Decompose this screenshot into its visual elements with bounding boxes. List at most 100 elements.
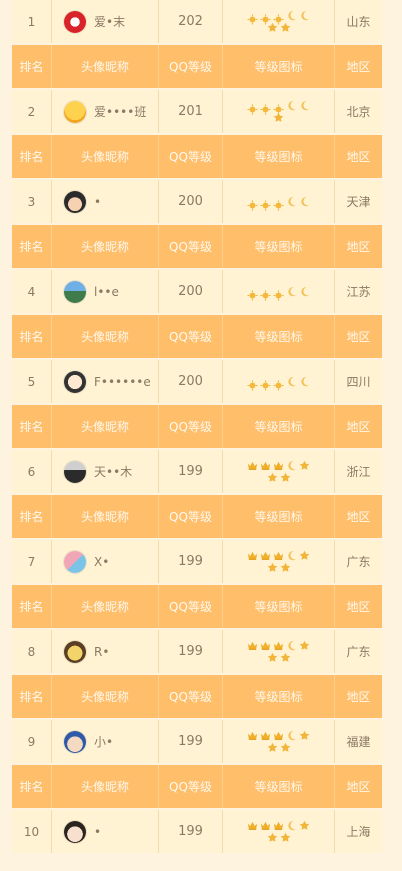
- avatar[interactable]: [64, 100, 86, 123]
- header-icon: 等级图标: [223, 495, 335, 538]
- moon-icon: [286, 10, 297, 21]
- user-cell[interactable]: •: [52, 810, 159, 853]
- header-level: QQ等级: [159, 315, 223, 358]
- crown-icon: [247, 550, 258, 561]
- table-row[interactable]: 9 小• 199 福建: [12, 720, 382, 765]
- table-row[interactable]: 2 爱••••班 201 北京: [12, 90, 382, 135]
- star-icon: [299, 730, 310, 741]
- qq-level: 200: [159, 360, 223, 403]
- moon-icon: [299, 376, 310, 387]
- header-region: 地区: [346, 60, 371, 74]
- table-header-row: 排名 头像昵称 QQ等级 等级图标 地区: [12, 135, 382, 180]
- region: 山东: [346, 15, 371, 29]
- region: 四川: [346, 375, 371, 389]
- crown-icon: [247, 460, 258, 471]
- avatar[interactable]: [64, 460, 86, 483]
- nickname: F••••••e: [94, 374, 151, 389]
- sun-icon: [273, 376, 284, 391]
- table-row[interactable]: 6 天••木 199 浙江: [12, 450, 382, 495]
- level-icons-group: [244, 730, 314, 753]
- header-rank: 排名: [12, 45, 52, 88]
- star-icon: [280, 832, 291, 843]
- header-icon: 等级图标: [223, 315, 335, 358]
- level-icons-group: [244, 460, 314, 483]
- nickname: l••e: [94, 284, 119, 299]
- user-cell[interactable]: F••••••e: [52, 360, 159, 403]
- nickname: 天••木: [94, 465, 133, 479]
- qq-level: 200: [159, 180, 223, 223]
- table-row[interactable]: 8 R• 199 广东: [12, 630, 382, 675]
- star-icon: [267, 472, 278, 483]
- header-level: QQ等级: [159, 495, 223, 538]
- table-header-row: 排名 头像昵称 QQ等级 等级图标 地区: [12, 585, 382, 630]
- header-region: 地区: [346, 600, 371, 614]
- level-icons: [223, 630, 335, 673]
- moon-icon: [286, 550, 297, 561]
- user-cell[interactable]: •: [52, 180, 159, 223]
- table-header-row: 排名 头像昵称 QQ等级 等级图标 地区: [12, 405, 382, 450]
- table-row[interactable]: 1 爱•末 202 山东: [12, 0, 382, 45]
- avatar[interactable]: [64, 730, 86, 753]
- avatar[interactable]: [64, 280, 86, 303]
- qq-level: 199: [159, 810, 223, 853]
- crown-icon: [273, 460, 284, 471]
- header-icon: 等级图标: [223, 405, 335, 448]
- sun-icon: [247, 196, 258, 211]
- star-icon: [280, 22, 291, 33]
- crown-icon: [260, 730, 271, 741]
- header-nick: 头像昵称: [52, 405, 159, 448]
- avatar[interactable]: [64, 820, 86, 843]
- crown-icon: [273, 640, 284, 651]
- sun-icon: [260, 196, 271, 211]
- moon-icon: [286, 640, 297, 651]
- user-cell[interactable]: 爱••••班: [52, 90, 159, 133]
- header-level: QQ等级: [159, 765, 223, 808]
- avatar[interactable]: [64, 190, 86, 213]
- table-row[interactable]: 10 • 199 上海: [12, 810, 382, 855]
- header-rank: 排名: [12, 135, 52, 178]
- user-cell[interactable]: 爱•末: [52, 0, 159, 43]
- header-icon: 等级图标: [223, 135, 335, 178]
- crown-icon: [260, 460, 271, 471]
- level-icons-group: [244, 286, 314, 301]
- avatar[interactable]: [64, 640, 86, 663]
- user-cell[interactable]: 天••木: [52, 450, 159, 493]
- nickname: •: [94, 194, 102, 209]
- level-icons: [223, 450, 335, 493]
- sun-icon: [273, 10, 284, 25]
- ranking-table: 1 爱•末 202 山东 排名 头像昵称 QQ等级 等级图标 地区 2 爱••••班 201 北京 排名头…: [12, 0, 382, 855]
- user-cell[interactable]: l••e: [52, 270, 159, 313]
- avatar[interactable]: [64, 550, 86, 573]
- sun-icon: [260, 100, 271, 115]
- avatar[interactable]: [64, 10, 86, 33]
- table-row[interactable]: 4 l••e 200 江苏: [12, 270, 382, 315]
- rank-number: 5: [12, 360, 52, 403]
- moon-icon: [299, 286, 310, 297]
- star-icon: [299, 820, 310, 831]
- sun-icon: [247, 100, 258, 115]
- table-row[interactable]: 7 X• 199 广东: [12, 540, 382, 585]
- nickname: 爱••••班: [94, 105, 147, 119]
- user-cell[interactable]: 小•: [52, 720, 159, 763]
- user-cell[interactable]: R•: [52, 630, 159, 673]
- moon-icon: [286, 730, 297, 741]
- header-nick: 头像昵称: [52, 225, 159, 268]
- region: 天津: [346, 195, 371, 209]
- table-row[interactable]: 3 • 200 天津: [12, 180, 382, 225]
- table-header-row: 排名 头像昵称 QQ等级 等级图标 地区: [12, 765, 382, 810]
- table-row[interactable]: 5 F••••••e 200 四川: [12, 360, 382, 405]
- header-level: QQ等级: [159, 405, 223, 448]
- header-region: 地区: [346, 150, 371, 164]
- level-icons: [223, 90, 335, 133]
- region: 浙江: [346, 465, 371, 479]
- table-header-row: 排名 头像昵称 QQ等级 等级图标 地区: [12, 495, 382, 540]
- rank-number: 1: [12, 0, 52, 43]
- user-cell[interactable]: X•: [52, 540, 159, 583]
- header-region: 地区: [346, 510, 371, 524]
- header-region: 地区: [346, 690, 371, 704]
- sun-icon: [247, 286, 258, 301]
- level-icons: [223, 270, 335, 313]
- rank-number: 2: [12, 90, 52, 133]
- avatar[interactable]: [64, 370, 86, 393]
- level-icons-group: [244, 196, 314, 211]
